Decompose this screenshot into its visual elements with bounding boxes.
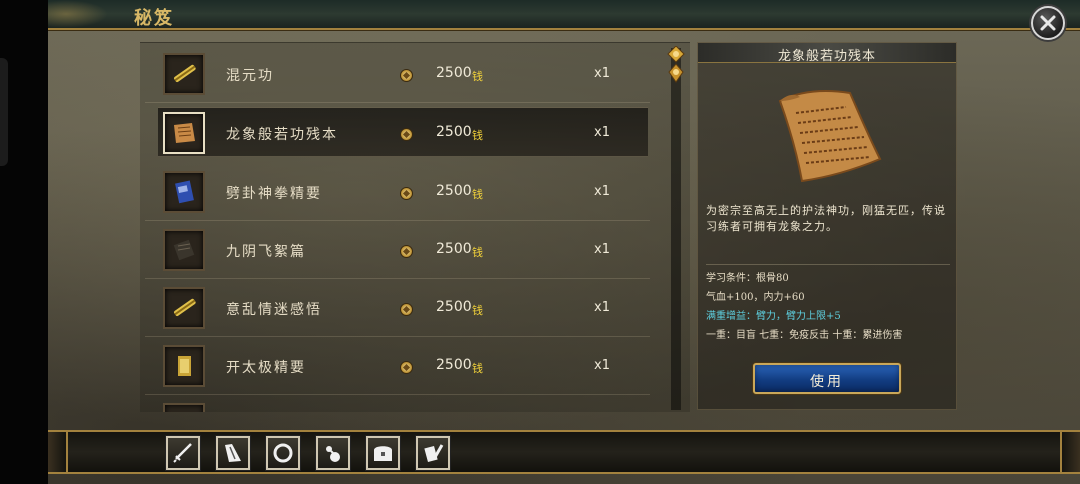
scroll-brush-icon (424, 444, 444, 463)
tier-effects-text: 一重：目盲 七重：免疫反击 十重：累进伤害 (706, 330, 903, 341)
tab-manual[interactable] (416, 436, 450, 470)
list-item[interactable]: 劈卦神拳精要 2500 钱 x1 (140, 163, 650, 221)
requirement-text: 学习条件：根骨80 (706, 273, 789, 284)
coin-icon (400, 361, 413, 374)
scrollbar-track[interactable] (671, 48, 681, 410)
tab-box[interactable] (366, 436, 400, 470)
item-slot (163, 171, 205, 213)
currency-label: 钱 (472, 129, 483, 142)
list-item-partial[interactable] (140, 395, 650, 412)
list-item[interactable]: 混元功 2500 钱 x1 (140, 45, 650, 103)
title-bar: 秘笈 (48, 0, 1080, 30)
item-name: 龙象般若功残本 (226, 127, 338, 143)
category-bar (48, 430, 1080, 474)
currency-label: 钱 (472, 246, 483, 259)
tab-armor[interactable] (216, 436, 250, 470)
item-name: 九阴飞絮篇 (226, 244, 306, 260)
currency-label: 钱 (472, 304, 483, 317)
use-button[interactable]: 使用 (753, 363, 901, 394)
parchment-icon (778, 90, 882, 183)
left-bezel (0, 0, 48, 484)
gold-brush-icon (174, 64, 196, 82)
bar-ornament-left (48, 432, 68, 472)
item-price: 2500 (436, 183, 472, 199)
page-title: 秘笈 (134, 8, 174, 29)
close-button[interactable] (1031, 6, 1065, 40)
item-price: 2500 (436, 357, 472, 373)
gourd-icon (326, 446, 340, 462)
list-item-selected[interactable]: 龙象般若功残本 2500 钱 x1 (140, 104, 650, 162)
item-slot (163, 229, 205, 271)
game-screen: 秘笈 混元功 2500 钱 x1 龙象般若功残本 2500 钱 x1 劈卦神拳精… (0, 0, 1080, 484)
dark-book-icon (173, 239, 195, 261)
item-slot (163, 403, 205, 412)
item-slot (163, 287, 205, 329)
detail-title: 龙象般若功残本 (777, 49, 876, 64)
item-qty: x1 (594, 242, 610, 257)
bezel-notch (0, 58, 8, 166)
item-name: 劈卦神拳精要 (226, 186, 322, 202)
item-price: 2500 (436, 65, 472, 81)
item-slot (163, 53, 205, 95)
item-description: 为密宗至高无上的护法神功，刚猛无匹，传说习练者可拥有龙象之力。 (706, 204, 946, 233)
item-list[interactable]: 混元功 2500 钱 x1 龙象般若功残本 2500 钱 x1 劈卦神拳精要 2… (140, 42, 690, 412)
item-price: 2500 (436, 124, 472, 140)
detail-header: 龙象般若功残本 (698, 43, 956, 64)
description-divider (706, 264, 950, 265)
list-item[interactable]: 开太极精要 2500 钱 x1 (140, 337, 650, 395)
bonus-text: 气血+100，内力+60 (706, 292, 805, 303)
item-slot (163, 112, 205, 154)
item-price: 2500 (436, 241, 472, 257)
currency-label: 钱 (472, 188, 483, 201)
ring-icon (273, 443, 293, 463)
list-item[interactable]: 九阴飞絮篇 2500 钱 x1 (140, 221, 650, 279)
item-qty: x1 (594, 66, 610, 81)
yellow-book-icon (178, 356, 191, 376)
item-qty: x1 (594, 125, 610, 140)
item-detail-panel: 龙象般若功残本 为密宗至高无上的护法神功，刚猛无匹，传说习练者可拥有龙象之力。 … (697, 42, 957, 410)
row-divider (145, 102, 650, 103)
coin-icon (400, 303, 413, 316)
tab-weapon[interactable] (166, 436, 200, 470)
coin-icon (400, 187, 413, 200)
scrollbar-thumb[interactable] (666, 46, 686, 84)
coin-icon (400, 69, 413, 82)
coin-icon (400, 245, 413, 258)
item-slot (163, 345, 205, 387)
bar-ornament-right (1060, 432, 1080, 472)
title-ornament (48, 0, 108, 28)
item-qty: x1 (594, 184, 610, 199)
full-bonus-text: 满重增益：臂力，臂力上限+5 (706, 311, 841, 322)
item-price: 2500 (436, 299, 472, 315)
robe-icon (225, 444, 241, 462)
item-name: 意乱情迷感悟 (226, 302, 322, 318)
parchment-icon (174, 123, 195, 143)
coin-icon (400, 128, 413, 141)
item-name: 混元功 (226, 68, 274, 84)
list-item[interactable]: 意乱情迷感悟 2500 钱 x1 (140, 279, 650, 337)
currency-label: 钱 (472, 70, 483, 83)
item-qty: x1 (594, 300, 610, 315)
blue-book-icon (175, 180, 194, 204)
use-button-label: 使用 (810, 374, 844, 390)
close-icon (1040, 15, 1056, 31)
chest-icon (374, 446, 392, 461)
item-name: 开太极精要 (226, 360, 306, 376)
tab-ring[interactable] (266, 436, 300, 470)
currency-label: 钱 (472, 362, 483, 375)
tab-consumable[interactable] (316, 436, 350, 470)
item-qty: x1 (594, 358, 610, 373)
gold-brush-icon (174, 298, 196, 316)
sword-icon (173, 443, 192, 463)
